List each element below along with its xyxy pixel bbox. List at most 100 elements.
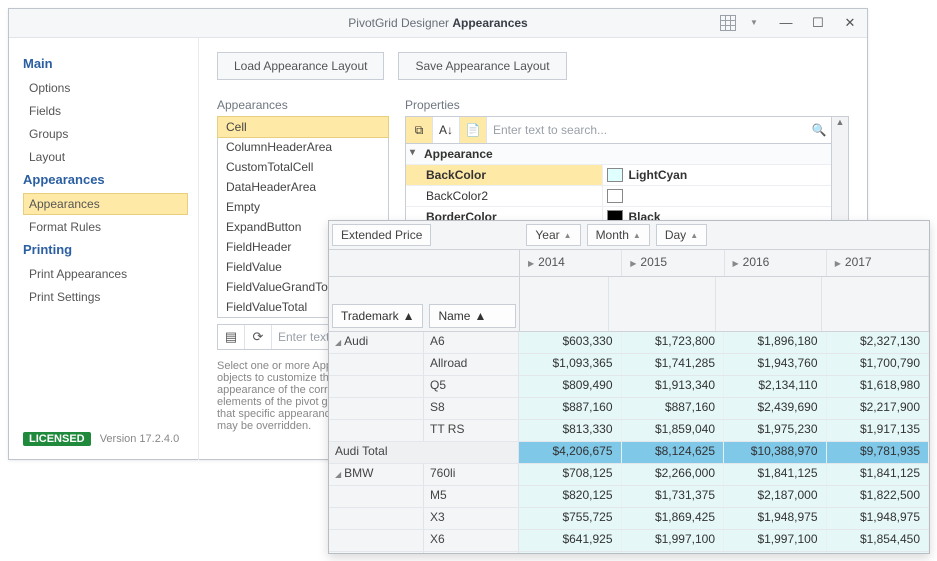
name-cell: Q5 xyxy=(424,376,519,397)
nav-item-fields[interactable]: Fields xyxy=(23,100,188,122)
load-layout-button[interactable]: Load Appearance Layout xyxy=(217,52,384,80)
window-controls: ▼ — ☐ ✕ xyxy=(717,12,861,34)
nav-item-groups[interactable]: Groups xyxy=(23,123,188,145)
value-cell: $887,160 xyxy=(622,398,725,419)
nav-item-layout[interactable]: Layout xyxy=(23,146,188,168)
value-cell: $1,997,100 xyxy=(622,530,725,551)
maximize-button[interactable]: ☐ xyxy=(807,12,829,34)
trademark-cell[interactable]: ◢Audi xyxy=(329,332,424,353)
value-cell: $1,700,790 xyxy=(827,354,930,375)
data-row: Z4 Sdrive35i$1,121,500$2,018,700$1,682,2… xyxy=(329,552,929,554)
license-badge: LICENSED xyxy=(23,432,91,446)
value-cell: $2,266,000 xyxy=(622,464,725,485)
total-value-cell: $8,124,625 xyxy=(622,442,725,463)
title-section: Appearances xyxy=(452,16,527,30)
total-row: Audi Total$4,206,675$8,124,625$10,388,97… xyxy=(329,442,929,464)
value-cell: $809,490 xyxy=(519,376,622,397)
property-row-backcolor2[interactable]: BackColor2 xyxy=(406,185,831,206)
prop-sort-icon[interactable]: A↓ xyxy=(433,117,460,143)
year-2016[interactable]: ▶2016 xyxy=(725,250,827,276)
total-value-cell: $10,388,970 xyxy=(724,442,827,463)
name-cell: TT RS xyxy=(424,420,519,441)
name-cell: A6 xyxy=(424,332,519,353)
prop-events-icon[interactable]: 📄 xyxy=(460,117,487,143)
data-row: TT RS$813,330$1,859,040$1,975,230$1,917,… xyxy=(329,420,929,442)
color-grid-dropdown-icon[interactable]: ▼ xyxy=(743,12,765,34)
list-tool-1[interactable]: ▤ xyxy=(218,325,245,349)
name-cell: M5 xyxy=(424,486,519,507)
nav-item-options[interactable]: Options xyxy=(23,77,188,99)
property-category[interactable]: Appearance xyxy=(406,144,831,164)
name-cell: 760li xyxy=(424,464,519,485)
value-cell: $1,121,500 xyxy=(519,552,622,554)
value-cell: $755,725 xyxy=(519,508,622,529)
year-header-row: ▶2014▶2015▶2016▶2017 xyxy=(329,250,929,277)
value-cell: $2,134,110 xyxy=(724,376,827,397)
color-swatch[interactable] xyxy=(607,168,623,182)
col-field-year[interactable]: Year▲ xyxy=(526,224,580,246)
nav-item-print-appearances[interactable]: Print Appearances xyxy=(23,263,188,285)
license-info: LICENSED Version 17.2.4.0 xyxy=(23,433,179,445)
value-cell: $1,859,040 xyxy=(622,420,725,441)
appearance-item-customtotalcell[interactable]: CustomTotalCell xyxy=(218,157,388,177)
value-cell: $1,948,975 xyxy=(724,508,827,529)
property-search-input[interactable]: Enter text to search... xyxy=(487,123,807,137)
search-icon[interactable]: 🔍 xyxy=(807,123,831,137)
value-cell: $1,997,100 xyxy=(724,530,827,551)
value-cell: $2,327,130 xyxy=(827,332,930,353)
list-refresh-icon[interactable]: ⟳ xyxy=(245,325,272,349)
pivot-grid: Extended Price Year▲Month▲Day▲ ▶2014▶201… xyxy=(328,220,930,554)
appearance-item-dataheaderarea[interactable]: DataHeaderArea xyxy=(218,177,388,197)
value-cell: $641,925 xyxy=(519,530,622,551)
appearance-item-cell[interactable]: Cell xyxy=(217,116,389,138)
nav-item-format-rules[interactable]: Format Rules xyxy=(23,216,188,238)
property-toolbar: ⧉ A↓ 📄 Enter text to search... 🔍 xyxy=(405,116,832,144)
value-cell: $1,854,450 xyxy=(827,530,930,551)
title-prefix: PivotGrid Designer xyxy=(348,16,449,30)
nav-item-appearances[interactable]: Appearances xyxy=(23,193,188,215)
name-cell: Z4 Sdrive35i xyxy=(424,552,519,554)
value-cell: $1,896,180 xyxy=(724,332,827,353)
value-cell: $1,948,975 xyxy=(827,508,930,529)
value-cell: $1,822,500 xyxy=(827,486,930,507)
value-cell: $1,618,980 xyxy=(827,376,930,397)
prop-categorized-icon[interactable]: ⧉ xyxy=(406,117,433,143)
total-value-cell: $4,206,675 xyxy=(519,442,622,463)
property-row-backcolor[interactable]: BackColorLightCyan xyxy=(406,164,831,185)
appearances-label: Appearances xyxy=(217,98,387,112)
value-cell: $1,723,800 xyxy=(622,332,725,353)
col-field-month[interactable]: Month▲ xyxy=(587,224,650,246)
appearance-item-columnheaderarea[interactable]: ColumnHeaderArea xyxy=(218,137,388,157)
name-cell: X6 xyxy=(424,530,519,551)
value-cell: $1,943,760 xyxy=(724,354,827,375)
nav-item-print-settings[interactable]: Print Settings xyxy=(23,286,188,308)
save-layout-button[interactable]: Save Appearance Layout xyxy=(398,52,566,80)
name-cell: X3 xyxy=(424,508,519,529)
trademark-cell[interactable]: ◢BMW xyxy=(329,464,424,485)
appearance-item-empty[interactable]: Empty xyxy=(218,197,388,217)
row-field-name[interactable]: Name▲ xyxy=(429,304,516,328)
data-field-chip[interactable]: Extended Price xyxy=(332,224,431,246)
year-2017[interactable]: ▶2017 xyxy=(827,250,929,276)
value-cell: $1,841,125 xyxy=(724,464,827,485)
nav-group-title: Printing xyxy=(23,242,188,257)
year-2015[interactable]: ▶2015 xyxy=(622,250,724,276)
value-cell: $1,741,285 xyxy=(622,354,725,375)
value-cell: $1,093,365 xyxy=(519,354,622,375)
data-row: Q5$809,490$1,913,340$2,134,110$1,618,980 xyxy=(329,376,929,398)
value-cell: $1,917,135 xyxy=(827,420,930,441)
name-cell: S8 xyxy=(424,398,519,419)
total-value-cell: $9,781,935 xyxy=(827,442,930,463)
data-row: S8$887,160$887,160$2,439,690$2,217,900 xyxy=(329,398,929,420)
color-swatch[interactable] xyxy=(607,189,623,203)
color-grid-icon[interactable] xyxy=(717,12,739,34)
year-2014[interactable]: ▶2014 xyxy=(520,250,622,276)
value-cell: $2,217,900 xyxy=(827,398,930,419)
value-cell: $2,018,700 xyxy=(622,552,725,554)
col-field-day[interactable]: Day▲ xyxy=(656,224,707,246)
row-field-trademark[interactable]: Trademark▲ xyxy=(332,304,423,328)
close-button[interactable]: ✕ xyxy=(839,12,861,34)
minimize-button[interactable]: — xyxy=(775,12,797,34)
nav-group-title: Main xyxy=(23,56,188,71)
value-cell: $1,682,250 xyxy=(724,552,827,554)
